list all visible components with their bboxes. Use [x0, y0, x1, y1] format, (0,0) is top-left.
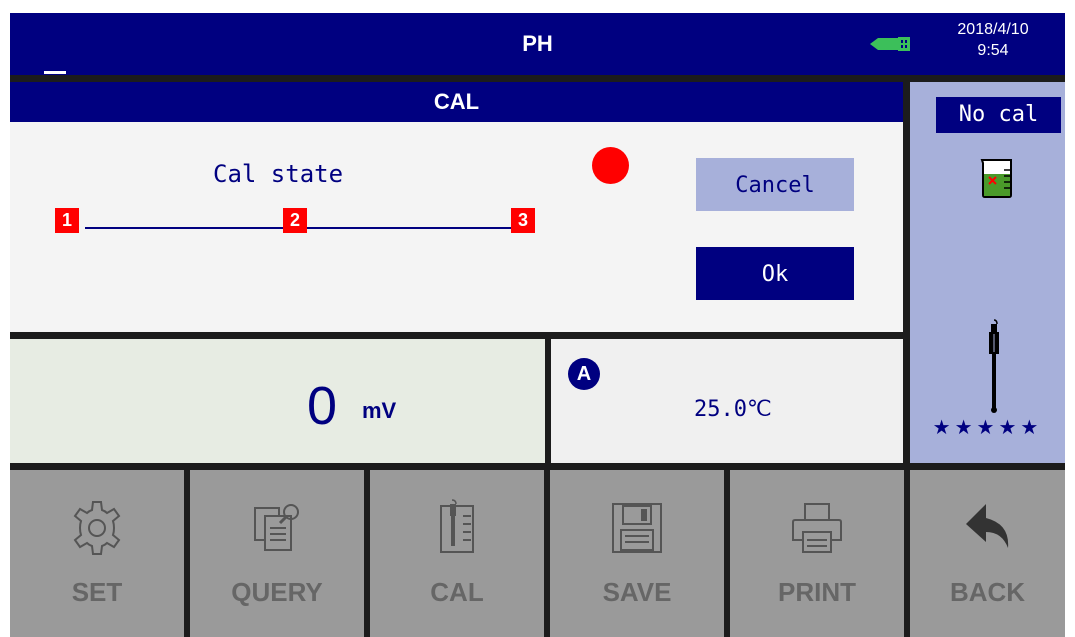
floppy-icon	[612, 503, 662, 553]
cal-point-2: 2	[283, 208, 307, 233]
divider	[10, 463, 1065, 470]
cal-state-label: Cal state	[213, 160, 344, 188]
beaker-icon	[980, 159, 1012, 198]
toolbar-label: SET	[71, 577, 123, 607]
toolbar-label: BACK	[949, 577, 1026, 607]
temperature-value: 25.0℃	[694, 397, 772, 422]
cal-point-3: 3	[511, 208, 535, 233]
toolbar-label: CAL	[430, 577, 484, 607]
printer-icon	[792, 503, 842, 553]
mv-unit: mV	[362, 398, 397, 423]
ok-button[interactable]: Ok	[696, 247, 854, 300]
cal-section-title: CAL	[10, 82, 903, 122]
query-icon	[254, 504, 299, 551]
cal-status-badge: No cal	[936, 97, 1061, 133]
mv-value: 0	[307, 376, 338, 436]
time-text: 9:54	[977, 42, 1009, 59]
toolbar-back-button[interactable]: BACK	[910, 470, 1065, 637]
toolbar-cal-button[interactable]: CAL	[370, 470, 544, 637]
toolbar-label: PRINT	[778, 577, 856, 607]
cal-point-1: 1	[55, 208, 79, 233]
toolbar-print-button[interactable]: PRINT	[730, 470, 904, 637]
toolbar-label: QUERY	[231, 577, 323, 607]
divider	[903, 82, 910, 470]
gear-icon	[73, 501, 121, 555]
mv-reading-panel	[10, 339, 545, 463]
back-arrow-icon	[965, 504, 1008, 548]
toolbar-query-button[interactable]: QUERY	[190, 470, 364, 637]
title-bar: PH 2018/4/10 9:54	[10, 13, 1065, 75]
calibration-icon	[440, 499, 474, 553]
datetime: 2018/4/10 9:54	[933, 19, 1053, 61]
status-indicator-dot	[592, 147, 629, 184]
cancel-button[interactable]: Cancel	[696, 158, 854, 211]
toolbar-label: SAVE	[602, 577, 672, 607]
auto-temp-badge: A	[568, 358, 600, 390]
divider	[10, 332, 903, 339]
date-text: 2018/4/10	[957, 21, 1029, 38]
electrode-rating-stars: ★★★★★	[932, 417, 1043, 439]
electrode-icon	[989, 319, 999, 413]
toolbar-set-button[interactable]: SET	[10, 470, 184, 637]
toolbar-save-button[interactable]: SAVE	[550, 470, 724, 637]
divider	[10, 75, 1065, 82]
usb-icon	[870, 37, 910, 51]
